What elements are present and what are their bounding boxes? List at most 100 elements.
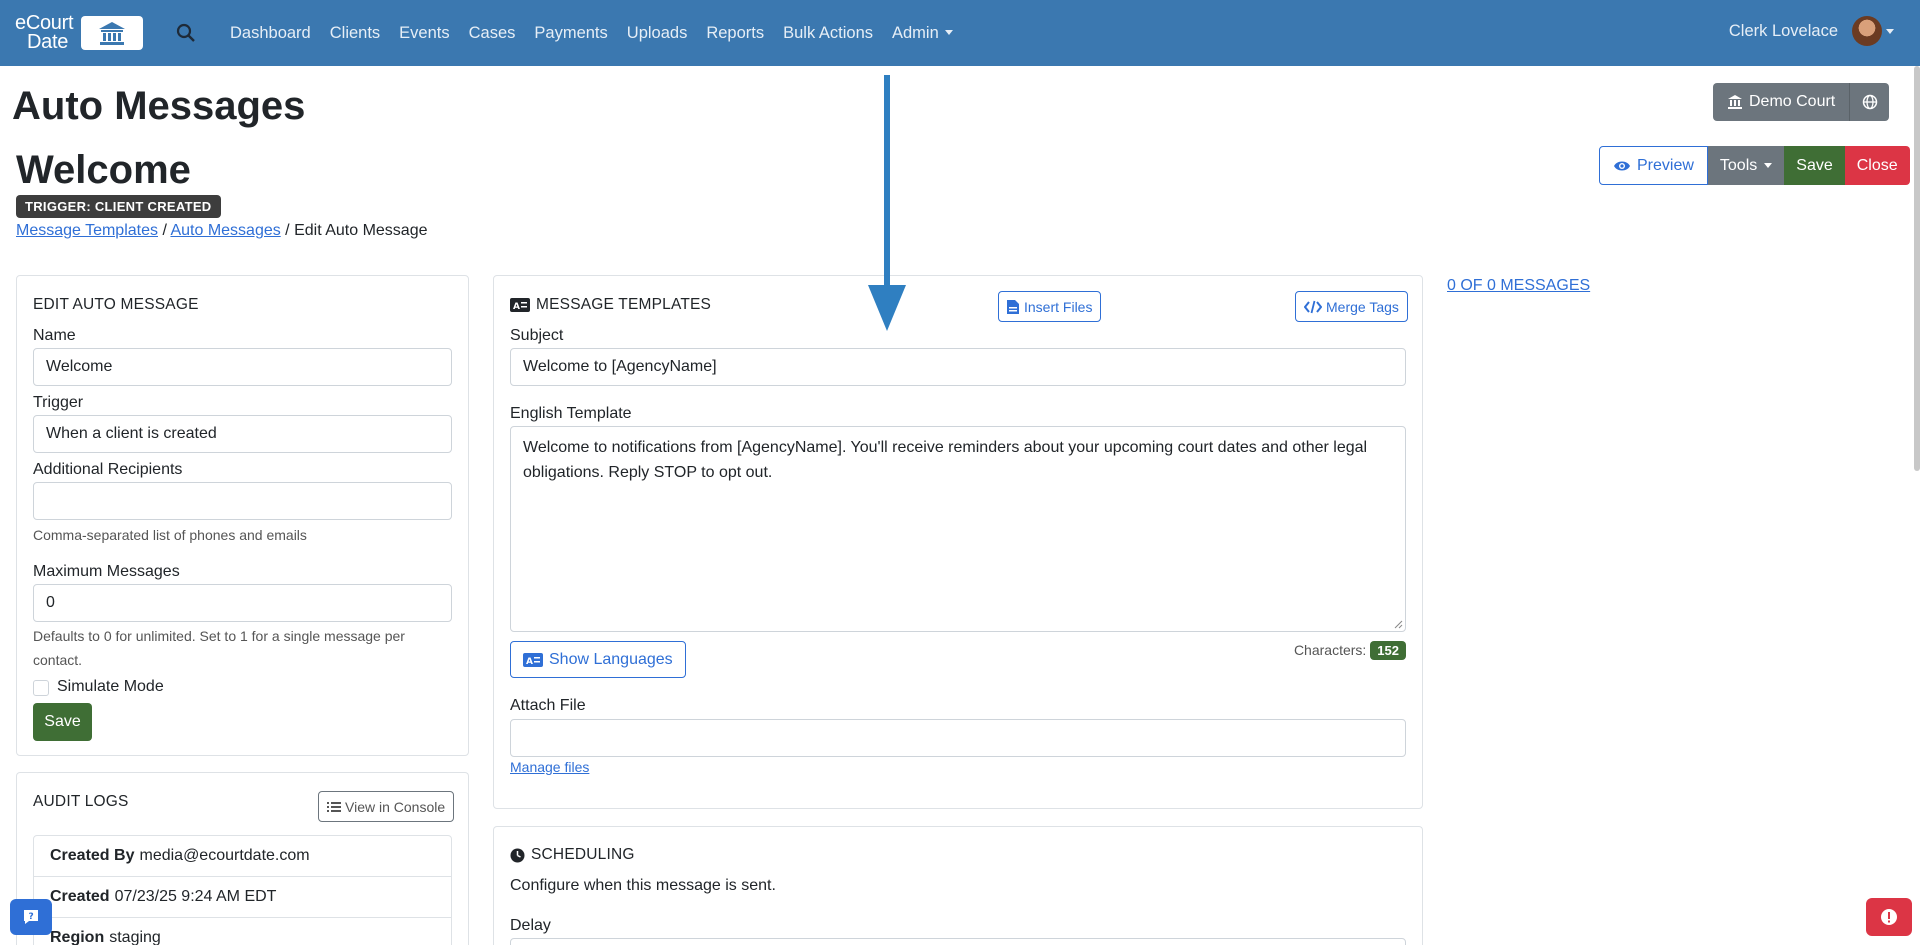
messages-count-link[interactable]: 0 OF 0 MESSAGES: [1447, 277, 1590, 295]
merge-tags-label: Merge Tags: [1326, 298, 1399, 315]
tools-label: Tools: [1719, 156, 1758, 174]
close-button[interactable]: Close: [1844, 146, 1910, 185]
nav-reports[interactable]: Reports: [706, 24, 764, 43]
ecourtdate-logo[interactable]: eCourt Date: [15, 13, 143, 53]
audit-value: 07/23/25 9:24 AM EDT: [114, 888, 277, 905]
breadcrumb: Message Templates / Auto Messages / Edit…: [16, 222, 428, 240]
logo-line2: Date: [27, 31, 69, 53]
merge-tags-button[interactable]: Merge Tags: [1295, 291, 1408, 322]
breadcrumb-separator: /: [158, 222, 171, 239]
breadcrumb-current: Edit Auto Message: [294, 222, 428, 239]
page-title: Auto Messages: [12, 84, 306, 128]
insert-files-button[interactable]: Insert Files: [998, 291, 1102, 322]
name-label: Name: [33, 327, 76, 344]
nav-bulk-actions[interactable]: Bulk Actions: [783, 24, 873, 43]
trigger-select[interactable]: When a client is created: [33, 415, 452, 453]
nav-links: Dashboard Clients Events Cases Payments …: [230, 0, 972, 66]
characters-label: Characters:: [1293, 642, 1367, 658]
error-alert-button[interactable]: [1866, 898, 1912, 936]
trigger-label: Trigger: [33, 394, 84, 411]
subject-label: Subject: [510, 327, 564, 344]
save-button[interactable]: Save: [33, 703, 92, 741]
file-icon: [1007, 299, 1019, 314]
svg-text:A: A: [526, 657, 533, 667]
delay-input[interactable]: [510, 938, 1406, 945]
simulate-mode-label: Simulate Mode: [57, 678, 164, 695]
record-actions: Preview Tools Save Close: [1599, 146, 1910, 185]
show-languages-button[interactable]: A Show Languages: [510, 641, 686, 678]
simulate-mode-checkbox[interactable]: [33, 680, 49, 696]
preview-button[interactable]: Preview: [1599, 146, 1708, 185]
nav-events[interactable]: Events: [399, 24, 449, 43]
chevron-down-icon: [944, 29, 953, 35]
audit-value: media@ecourtdate.com: [139, 847, 310, 864]
max-help-line1: Defaults to 0 for unlimited. Set to 1 fo…: [33, 628, 405, 644]
delay-label: Delay: [510, 917, 551, 934]
subject-input[interactable]: Welcome to [AgencyName]: [510, 348, 1406, 386]
max-messages-input[interactable]: 0: [33, 584, 452, 622]
recipients-help: Comma-separated list of phones and email…: [33, 527, 307, 543]
scheduling-heading-label: SCHEDULING: [531, 846, 635, 863]
scheduling-heading: SCHEDULING: [510, 846, 635, 864]
page-scrollbar[interactable]: [1914, 66, 1920, 471]
scheduling-description: Configure when this message is sent.: [510, 877, 776, 894]
tools-dropdown[interactable]: Tools: [1707, 146, 1785, 185]
arrow-down-icon: [868, 75, 906, 331]
english-template-label: English Template: [510, 405, 632, 422]
record-title: Welcome: [16, 148, 191, 192]
manage-files-link[interactable]: Manage files: [510, 759, 589, 775]
max-messages-label: Maximum Messages: [33, 563, 180, 580]
nav-admin-dropdown[interactable]: Admin: [892, 24, 953, 43]
logo-text: eCourt Date: [15, 13, 74, 53]
max-help-line2: contact.: [33, 652, 83, 668]
help-chat-button[interactable]: ?: [10, 899, 52, 935]
chevron-down-icon: [1764, 163, 1773, 168]
audit-table: Created By media@ecourtdate.com Created 07…: [33, 835, 452, 945]
nav-uploads[interactable]: Uploads: [627, 24, 688, 43]
breadcrumb-message-templates[interactable]: Message Templates: [16, 222, 158, 239]
trigger-badge: TRIGGER: CLIENT CREATED: [16, 195, 221, 218]
svg-text:?: ?: [29, 912, 34, 922]
templates-heading-label: MESSAGE TEMPLATES: [536, 296, 712, 313]
recipients-label: Additional Recipients: [33, 461, 183, 478]
list-icon: [327, 801, 341, 812]
save-button[interactable]: Save: [1784, 146, 1845, 185]
nav-payments[interactable]: Payments: [534, 24, 607, 43]
audit-value: staging: [109, 929, 161, 945]
table-row: Created 07/23/25 9:24 AM EDT: [34, 877, 451, 918]
language-card-icon: A: [510, 298, 530, 312]
breadcrumb-auto-messages[interactable]: Auto Messages: [170, 222, 280, 239]
english-template-textarea[interactable]: Welcome to notifications from [AgencyNam…: [510, 426, 1406, 632]
nav-dashboard[interactable]: Dashboard: [230, 24, 311, 43]
edit-card-heading: EDIT AUTO MESSAGE: [33, 296, 199, 313]
view-in-console-button[interactable]: View in Console: [318, 791, 455, 822]
language-icon: A: [523, 652, 543, 667]
resize-handle-icon[interactable]: [1394, 620, 1403, 629]
nav-clients[interactable]: Clients: [330, 24, 380, 43]
nav-cases[interactable]: Cases: [469, 24, 516, 43]
language-button[interactable]: [1849, 83, 1890, 121]
edit-auto-message-card: EDIT AUTO MESSAGE Name Welcome Trigger W…: [16, 275, 469, 756]
scheduling-card: SCHEDULING Configure when this message i…: [493, 826, 1423, 945]
template-line1: Welcome to notifications from [AgencyNam…: [523, 439, 1368, 456]
nav-admin-label: Admin: [892, 23, 939, 42]
courthouse-icon: [1728, 95, 1742, 109]
view-in-console-label: View in Console: [345, 798, 446, 815]
audit-key: Created: [50, 888, 110, 905]
audit-logs-card: AUDIT LOGS View in Console Created By med…: [16, 772, 469, 945]
name-input[interactable]: Welcome: [33, 348, 452, 386]
characters-count-badge: 152: [1370, 641, 1406, 660]
demo-court-label: Demo Court: [1749, 93, 1836, 110]
character-count: Characters: 152: [1294, 641, 1406, 660]
user-menu[interactable]: Clerk Lovelace: [1729, 16, 1894, 46]
audit-key: Region: [50, 929, 105, 945]
message-templates-card: A MESSAGE TEMPLATES Insert Files Merge T…: [493, 275, 1423, 809]
recipients-input[interactable]: [33, 482, 452, 520]
search-icon[interactable]: [176, 23, 196, 43]
demo-court-button[interactable]: Demo Court: [1713, 83, 1850, 121]
eye-icon: [1614, 161, 1630, 170]
preview-label: Preview: [1637, 156, 1694, 174]
attach-file-input[interactable]: [510, 719, 1406, 757]
code-icon: [1304, 300, 1322, 313]
audit-logs-heading: AUDIT LOGS: [33, 793, 129, 810]
